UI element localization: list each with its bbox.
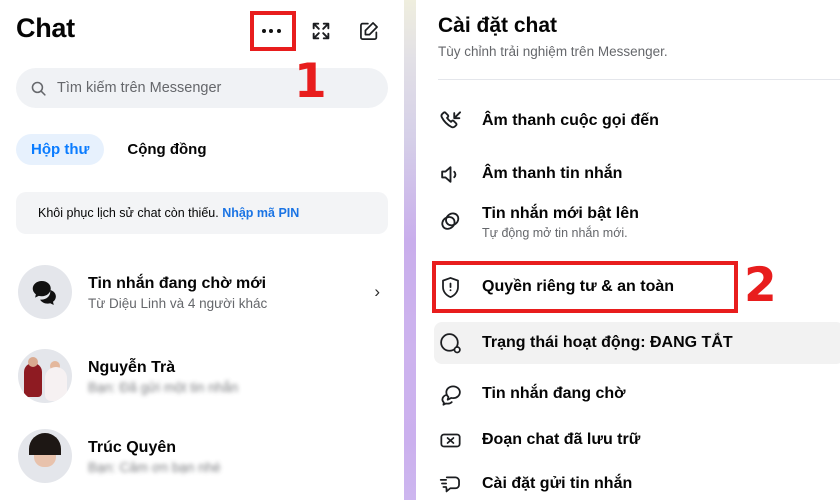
- list-item-name: Trúc Quyên: [88, 438, 177, 456]
- setting-label-wrap: Cài đặt gửi tin nhắn: [482, 474, 840, 493]
- setting-label-wrap: Âm thanh cuộc gọi đến: [482, 111, 840, 130]
- setting-label-wrap: Tin nhắn đang chờ: [482, 384, 840, 403]
- send-settings-icon: [438, 472, 472, 497]
- setting-label: Tin nhắn mới bật lên: [482, 204, 639, 222]
- pending-messages-icon: [438, 382, 472, 407]
- settings-title: Cài đặt chat: [438, 14, 558, 37]
- active-status-icon: [438, 331, 472, 356]
- restore-history-banner[interactable]: Khôi phục lịch sử chat còn thiếu. Nhập m…: [16, 192, 388, 234]
- list-item-meta: Nguyễn Trà Bạn: Đã gửi một tin nhắn: [88, 358, 394, 395]
- list-item[interactable]: Tin nhắn đang chờ mới Từ Diệu Linh và 4 …: [10, 256, 394, 328]
- setting-sublabel: Tự động mở tin nhắn mới.: [482, 226, 628, 241]
- setting-row-message-sound[interactable]: Âm thanh tin nhắn: [438, 152, 840, 196]
- tab-communities[interactable]: Cộng đồng: [112, 134, 221, 165]
- setting-row-popup-messages[interactable]: Tin nhắn mới bật lên Tự động mở tin nhắn…: [438, 196, 840, 248]
- setting-label: Cài đặt gửi tin nhắn: [482, 475, 633, 493]
- setting-label: Trạng thái hoạt động: ĐANG TẮT: [482, 334, 733, 352]
- avatar: [18, 429, 72, 483]
- setting-label-wrap: Trạng thái hoạt động: ĐANG TẮT: [482, 333, 840, 352]
- banner-text: Khôi phục lịch sử chat còn thiếu.: [38, 206, 219, 220]
- list-item-preview: Từ Diệu Linh và 4 người khác: [88, 295, 268, 311]
- search-input[interactable]: Tìm kiếm trên Messenger: [16, 68, 388, 108]
- list-item-name: Nguyễn Trà: [88, 358, 176, 376]
- list-item[interactable]: Nguyễn Trà Bạn: Đã gửi một tin nhắn: [10, 340, 394, 412]
- setting-label: Quyền riêng tư & an toàn: [482, 278, 675, 296]
- shield-icon: [438, 275, 472, 300]
- popup-messages-icon: [438, 210, 472, 235]
- message-bubbles-icon: [18, 265, 72, 319]
- setting-label-wrap: Quyền riêng tư & an toàn: [482, 277, 840, 296]
- more-options-icon[interactable]: [258, 18, 284, 44]
- page-title: Chat: [16, 13, 75, 43]
- annotation-marker-1: 1: [294, 54, 327, 109]
- compose-icon[interactable]: [356, 18, 382, 44]
- tab-inbox[interactable]: Hộp thư: [16, 134, 105, 165]
- settings-subtitle: Tùy chỉnh trải nghiệm trên Messenger.: [438, 44, 668, 59]
- search-placeholder: Tìm kiếm trên Messenger: [57, 80, 222, 96]
- setting-row-privacy-safety[interactable]: Quyền riêng tư & an toàn: [438, 265, 840, 309]
- setting-label-wrap: Âm thanh tin nhắn: [482, 164, 840, 183]
- setting-row-incoming-call-sound[interactable]: Âm thanh cuộc gọi đến: [438, 99, 840, 143]
- search-icon: [30, 80, 47, 97]
- header-divider: [438, 79, 840, 80]
- avatar: [18, 349, 72, 403]
- chevron-right-icon: ›: [374, 282, 380, 301]
- list-item-preview: Bạn: Đã gửi một tin nhắn: [88, 379, 239, 395]
- list-item-name: Tin nhắn đang chờ mới: [88, 274, 267, 292]
- setting-label-wrap: Đoạn chat đã lưu trữ: [482, 430, 840, 449]
- list-item-meta: Trúc Quyên Bạn: Cảm ơn bạn nhé: [88, 438, 394, 475]
- setting-label: Đoạn chat đã lưu trữ: [482, 431, 641, 449]
- panel-divider: [404, 0, 416, 500]
- annotation-marker-2: 2: [744, 258, 777, 313]
- setting-label-wrap: Tin nhắn mới bật lên Tự động mở tin nhắn…: [482, 204, 840, 240]
- setting-label: Âm thanh tin nhắn: [482, 165, 623, 183]
- chat-list-header: Chat: [0, 0, 404, 60]
- setting-row-send-settings[interactable]: Cài đặt gửi tin nhắn: [438, 464, 840, 500]
- chat-tabs: Hộp thư Cộng đồng: [16, 134, 222, 165]
- chat-list-panel: Chat Tìm kiếm trên Messenger Hộp thư Cộn…: [0, 0, 404, 500]
- list-item[interactable]: Trúc Quyên Bạn: Cảm ơn bạn nhé: [10, 420, 394, 492]
- more-options-glyph: [261, 29, 281, 33]
- speaker-icon: [438, 162, 472, 187]
- list-item-preview: Bạn: Cảm ơn bạn nhé: [88, 459, 221, 475]
- incoming-call-icon: [438, 109, 472, 134]
- setting-row-active-status[interactable]: Trạng thái hoạt động: ĐANG TẮT: [434, 322, 840, 364]
- list-item-meta: Tin nhắn đang chờ mới Từ Diệu Linh và 4 …: [88, 274, 374, 311]
- setting-row-pending-messages[interactable]: Tin nhắn đang chờ: [438, 374, 840, 414]
- enter-pin-link[interactable]: Nhập mã PIN: [222, 206, 299, 220]
- expand-icon[interactable]: [308, 18, 334, 44]
- archived-chats-icon: [438, 428, 472, 453]
- banner-text-wrap: Khôi phục lịch sử chat còn thiếu. Nhập m…: [38, 206, 299, 220]
- chat-settings-panel: Cài đặt chat Tùy chỉnh trải nghiệm trên …: [416, 0, 840, 500]
- messenger-screenshot: Chat Tìm kiếm trên Messenger Hộp thư Cộn…: [0, 0, 840, 500]
- setting-label: Âm thanh cuộc gọi đến: [482, 112, 659, 130]
- setting-row-archived-chats[interactable]: Đoạn chat đã lưu trữ: [438, 420, 840, 460]
- setting-label: Tin nhắn đang chờ: [482, 385, 626, 403]
